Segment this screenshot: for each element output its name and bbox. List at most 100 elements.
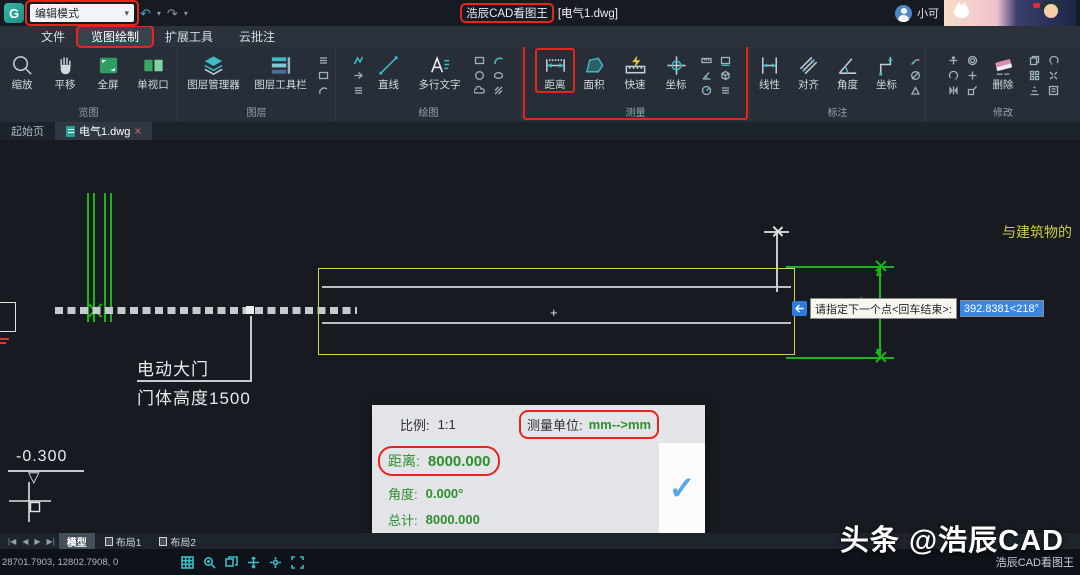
mini-arc-icon[interactable]: [492, 54, 505, 67]
fullscreen-button[interactable]: 全屏: [87, 49, 129, 92]
mini-stretch-icon[interactable]: [1028, 84, 1041, 97]
zoom-button[interactable]: 缩放: [1, 49, 43, 92]
tab-start-page[interactable]: 起始页: [0, 122, 55, 140]
angle-value: 0.000°: [425, 486, 464, 501]
mini-cloud-icon[interactable]: [473, 84, 486, 97]
group-name-draw: 绘图: [418, 108, 439, 119]
next-layout-icon[interactable]: ▶: [32, 537, 42, 546]
mini-copy-icon[interactable]: [1028, 54, 1041, 67]
user-avatar[interactable]: [895, 4, 912, 22]
cursor-coordinates: 28701.7903, 12802.7908, 0: [2, 556, 119, 568]
tab-layout1[interactable]: 布局1: [97, 533, 150, 549]
app-logo-icon[interactable]: G: [4, 3, 24, 23]
tab-layout1-label: 布局1: [115, 537, 142, 549]
last-layout-icon[interactable]: ▶|: [45, 537, 57, 546]
layer-toolbar-button[interactable]: 图层工具栏: [248, 49, 314, 92]
draw-mini-tools-left: [350, 49, 368, 97]
prev-layout-icon[interactable]: ◀: [20, 537, 30, 546]
mini-rotate-icon[interactable]: [947, 69, 960, 82]
promo-banner[interactable]: [944, 0, 1076, 26]
tab-layout2[interactable]: 布局2: [151, 533, 204, 549]
mini-circle-icon[interactable]: [473, 69, 486, 82]
mini-radius-icon[interactable]: [700, 84, 713, 97]
switch-window-icon[interactable]: [224, 555, 239, 570]
coordinate-measure-button[interactable]: 坐标: [656, 49, 696, 92]
prompt-input-value[interactable]: 392.8381<218°: [959, 300, 1044, 317]
mini-angle-measure-icon[interactable]: [700, 69, 713, 82]
delete-button[interactable]: 删除: [982, 49, 1024, 92]
aligned-dim-button[interactable]: 对齐: [790, 49, 828, 92]
ribbon-group-view: 缩放 平移 全屏 单视口 览图: [0, 47, 178, 122]
mini-list2-icon[interactable]: [352, 84, 365, 97]
mini-entity-measure-icon[interactable]: [719, 84, 732, 97]
ribbon-group-draw: 直线 多行文字 绘图: [336, 47, 522, 122]
close-tab-icon[interactable]: ×: [134, 125, 141, 137]
mini-layer-on-icon[interactable]: [317, 69, 330, 82]
ribbon: 缩放 平移 全屏 单视口 览图 图层管理器 图层工具栏 图层 直线 多行文字 绘…: [0, 44, 1080, 122]
mini-ellipse-icon[interactable]: [492, 69, 505, 82]
mini-scale-icon[interactable]: [966, 84, 979, 97]
group-name-view: 览图: [78, 108, 99, 119]
ordinate-dim-button[interactable]: 坐标: [868, 49, 906, 92]
first-layout-icon[interactable]: |◀: [6, 537, 18, 546]
area-button[interactable]: 面积: [574, 49, 614, 92]
mini-offset-icon[interactable]: [966, 54, 979, 67]
mini-arrow-icon[interactable]: [352, 69, 365, 82]
menu-tab-view-draw[interactable]: 览图绘制: [76, 25, 155, 48]
angle-dim-icon: [835, 52, 861, 79]
linear-dim-button[interactable]: 线性: [751, 49, 789, 92]
mini-undo-modify-icon[interactable]: [1047, 54, 1060, 67]
mini-tolerance-icon[interactable]: [909, 84, 922, 97]
mini-rectangle-icon[interactable]: [473, 54, 486, 67]
grid-icon[interactable]: [180, 555, 195, 570]
tab-drawing[interactable]: 电气1.dwg ×: [55, 122, 153, 140]
grip-handle[interactable]: [246, 306, 254, 314]
mini-hatch-icon[interactable]: [492, 84, 505, 97]
center-target-icon[interactable]: [268, 555, 283, 570]
mini-perimeter-icon[interactable]: [719, 54, 732, 67]
mini-explode-icon[interactable]: [1047, 69, 1060, 82]
pan-button[interactable]: 平移: [44, 49, 86, 92]
mini-properties-icon[interactable]: [1047, 84, 1060, 97]
angle-dim-button[interactable]: 角度: [829, 49, 867, 92]
distance-button[interactable]: 距离: [535, 48, 575, 93]
menu-tab-file[interactable]: 文件: [28, 26, 78, 47]
single-viewport-button[interactable]: 单视口: [130, 49, 176, 92]
menubar: 文件 览图绘制 扩展工具 云批注: [0, 25, 1080, 48]
banner-face-graphic: [1044, 4, 1058, 18]
zoom-window-icon[interactable]: [202, 555, 217, 570]
mini-ruler-icon[interactable]: [700, 54, 713, 67]
drawing-canvas[interactable]: 电动大门 门体高度1500 + 14 与建筑物的 请指定下一个点<回车结束>:: [0, 140, 1080, 533]
mini-trim-icon[interactable]: [966, 69, 979, 82]
ribbon-group-layer: 图层管理器 图层工具栏 图层: [178, 47, 336, 122]
mtext-button[interactable]: 多行文字: [410, 49, 470, 92]
status-toolbar: [180, 555, 305, 570]
mini-layer-freeze-icon[interactable]: [317, 84, 330, 97]
unit-value: mm-->mm: [588, 417, 652, 432]
mini-array-icon[interactable]: [1028, 69, 1041, 82]
mini-diameter-icon[interactable]: [909, 69, 922, 82]
mini-leader-icon[interactable]: [909, 54, 922, 67]
mini-polyline-icon[interactable]: [352, 54, 365, 67]
undo-dropdown-icon[interactable]: ▾: [157, 9, 161, 18]
edit-mode-dropdown[interactable]: 编辑模式 ▾: [25, 0, 139, 26]
mini-move-icon[interactable]: [947, 54, 960, 67]
redo-dropdown-icon[interactable]: ▾: [184, 9, 188, 18]
quick-measure-button[interactable]: 快速: [615, 49, 655, 92]
mini-volume-icon[interactable]: [719, 69, 732, 82]
confirm-button[interactable]: ✓: [659, 443, 705, 533]
menu-tab-cloud-annotation[interactable]: 云批注: [226, 26, 288, 47]
undo-icon[interactable]: ↶: [140, 7, 151, 20]
mini-list-icon[interactable]: [317, 54, 330, 67]
tab-model[interactable]: 模型: [58, 533, 95, 549]
tab-layout2-label: 布局2: [170, 537, 196, 549]
line-button[interactable]: 直线: [369, 49, 409, 92]
aligned-dim-icon: [796, 52, 822, 79]
redo-icon[interactable]: ↷: [167, 7, 178, 20]
menu-tab-extended-tools[interactable]: 扩展工具: [152, 26, 226, 47]
mini-mirror-icon[interactable]: [947, 84, 960, 97]
layer-manager-button[interactable]: 图层管理器: [181, 49, 247, 92]
measure-mini-tools-1: [697, 49, 715, 97]
fullscreen-brackets-icon[interactable]: [290, 555, 305, 570]
pan-crosshair-icon[interactable]: [246, 555, 261, 570]
